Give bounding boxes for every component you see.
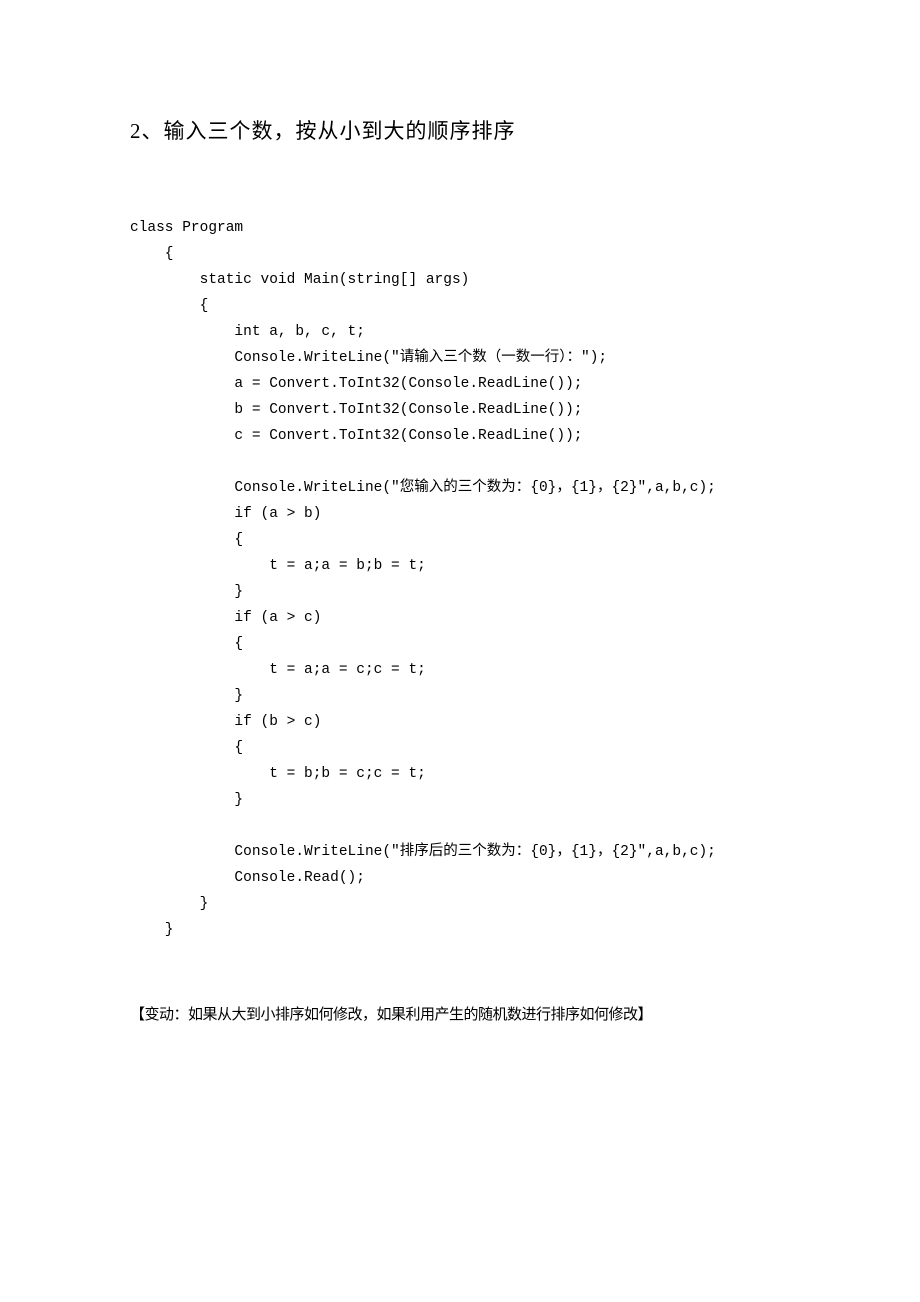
code-line: t = b;b = c;c = t; [130, 766, 426, 782]
code-block: class Program { static void Main(string[… [130, 215, 790, 943]
code-line: c = Convert.ToInt32(Console.ReadLine()); [130, 428, 582, 444]
page-title: 2、输入三个数，按从小到大的顺序排序 [130, 115, 790, 145]
code-line: if (a > c) [130, 610, 321, 626]
code-line: } [130, 922, 174, 938]
code-line: static void Main(string[] args) [130, 272, 469, 288]
code-line: { [130, 246, 174, 262]
code-line: Console.WriteLine("排序后的三个数为：{0}，{1}，{2}"… [130, 844, 716, 860]
code-line: Console.WriteLine("您输入的三个数为：{0}，{1}，{2}"… [130, 480, 716, 496]
code-line: a = Convert.ToInt32(Console.ReadLine()); [130, 376, 582, 392]
code-line: } [130, 688, 243, 704]
code-line: int a, b, c, t; [130, 324, 365, 340]
code-line: } [130, 584, 243, 600]
code-line: b = Convert.ToInt32(Console.ReadLine()); [130, 402, 582, 418]
code-line: { [130, 298, 208, 314]
code-line: } [130, 896, 208, 912]
code-line: { [130, 636, 243, 652]
code-line: if (a > b) [130, 506, 321, 522]
code-line: Console.Read(); [130, 870, 365, 886]
code-line: { [130, 740, 243, 756]
code-line: t = a;a = c;c = t; [130, 662, 426, 678]
code-line: class Program [130, 220, 243, 236]
code-line: } [130, 792, 243, 808]
code-line: { [130, 532, 243, 548]
variation-note: 【变动：如果从大到小排序如何修改，如果利用产生的随机数进行排序如何修改】 [130, 1003, 790, 1024]
code-line: Console.WriteLine("请输入三个数（一数一行）："); [130, 350, 607, 366]
code-line: t = a;a = b;b = t; [130, 558, 426, 574]
code-line: if (b > c) [130, 714, 321, 730]
